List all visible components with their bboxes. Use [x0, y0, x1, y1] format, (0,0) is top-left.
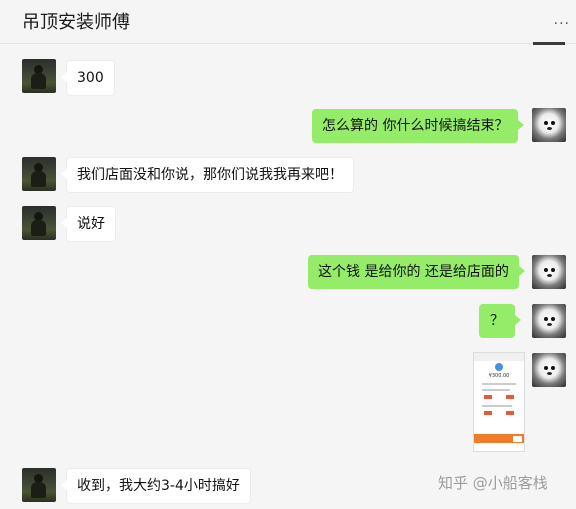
screenshot-status-bar: [474, 353, 524, 361]
avatar-nose-icon: [547, 274, 552, 277]
screenshot-line: [482, 405, 512, 407]
my-avatar[interactable]: [532, 108, 566, 142]
more-options-icon[interactable]: ...: [554, 12, 570, 28]
chat-header: 吊顶安装师傅 ...: [0, 0, 576, 44]
avatar-eye-icon: [551, 366, 555, 370]
contact-avatar[interactable]: [22, 468, 56, 502]
message-bubble-incoming[interactable]: 我们店面没和你说，那你们说我我再来吧！: [61, 157, 354, 193]
message-bubble-outgoing[interactable]: 怎么算的 你什么时候搞结束？: [312, 109, 525, 143]
screenshot-tag: [506, 411, 514, 415]
my-avatar[interactable]: [532, 304, 566, 338]
screenshot-amount: ¥300.00: [488, 373, 510, 379]
contact-avatar[interactable]: [22, 206, 56, 240]
avatar-eye-icon: [544, 121, 548, 125]
screenshot-tag: [484, 395, 492, 399]
avatar-nose-icon: [547, 372, 552, 375]
message-bubble-outgoing[interactable]: 这个钱 是给你的 还是给店面的: [308, 255, 525, 289]
payment-screenshot-image[interactable]: ¥300.00: [473, 352, 525, 452]
contact-avatar[interactable]: [22, 157, 56, 191]
message-bubble-incoming[interactable]: 收到，我大约3-4小时搞好: [61, 468, 251, 504]
watermark: 知乎 @小船客栈: [438, 474, 548, 492]
avatar-eye-icon: [551, 121, 555, 125]
avatar-eye-icon: [544, 366, 548, 370]
contact-avatar[interactable]: [22, 59, 56, 93]
avatar-eye-icon: [551, 268, 555, 272]
avatar-eye-icon: [544, 268, 548, 272]
scrollbar-thumb[interactable]: [533, 42, 565, 45]
avatar-eye-icon: [544, 317, 548, 321]
chat-title: 吊顶安装师傅: [22, 12, 130, 33]
message-bubble-incoming[interactable]: 300: [61, 60, 115, 96]
screenshot-line: [482, 383, 516, 385]
my-avatar[interactable]: [532, 255, 566, 289]
message-bubble-incoming[interactable]: 说好: [61, 206, 116, 242]
screenshot-line: [482, 389, 510, 391]
payment-icon: [495, 363, 503, 371]
screenshot-tag: [484, 411, 492, 415]
screenshot-tag: [506, 395, 514, 399]
my-avatar[interactable]: [532, 353, 566, 387]
avatar-nose-icon: [547, 323, 552, 326]
message-bubble-outgoing[interactable]: ？: [479, 304, 521, 338]
screenshot-banner-button: [513, 436, 522, 442]
avatar-eye-icon: [551, 317, 555, 321]
avatar-nose-icon: [547, 127, 552, 130]
